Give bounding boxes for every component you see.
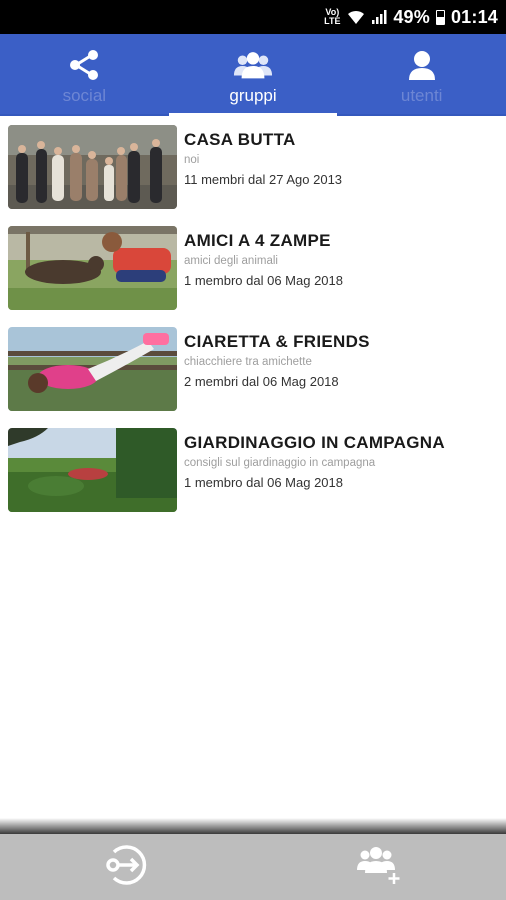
- group-name: CASA BUTTA: [184, 130, 296, 149]
- group-description: amici degli animali: [184, 255, 278, 267]
- tab-utenti[interactable]: utenti: [337, 34, 506, 116]
- group-name: GIARDINAGGIO IN CAMPAGNA: [184, 433, 445, 452]
- battery-icon: [435, 9, 445, 25]
- user-icon: [402, 48, 442, 82]
- girls-on-bench-photo: [8, 327, 177, 411]
- group-meta: 1 membro dal 06 Mag 2018: [184, 273, 343, 288]
- tab-gruppi-label: gruppi: [229, 86, 277, 105]
- signal-icon: [371, 9, 387, 25]
- exit-group-icon: [104, 842, 150, 893]
- garden-landscape-photo: [8, 428, 177, 512]
- status-bar: Vo) LTE 49% 01:14: [0, 0, 506, 34]
- group-meta: 1 membro dal 06 Mag 2018: [184, 475, 343, 490]
- group-meta: 2 membri dal 06 Mag 2018: [184, 374, 339, 389]
- app-screen: Vo) LTE 49% 01:14 social gruppi utenti C…: [0, 0, 506, 900]
- group-name: CIARETTA & FRIENDS: [184, 332, 370, 351]
- list-item[interactable]: CASA BUTTA noi 11 membri dal 27 Ago 2013: [8, 125, 498, 211]
- volte-indicator: Vo) LTE: [323, 8, 341, 26]
- tab-gruppi[interactable]: gruppi: [168, 34, 338, 116]
- group-name: AMICI A 4 ZAMPE: [184, 231, 331, 250]
- tab-bar: social gruppi utenti: [0, 34, 506, 116]
- tab-social-label: social: [62, 86, 107, 105]
- group-description: chiacchiere tra amichette: [184, 356, 312, 368]
- group-icon: [233, 48, 273, 82]
- family-photo: [8, 125, 177, 209]
- list-item[interactable]: CIARETTA & FRIENDS chiacchiere tra amich…: [8, 327, 498, 413]
- group-description: consigli sul giardinaggio in campagna: [184, 457, 376, 469]
- battery-percent: 49%: [393, 6, 430, 27]
- group-info: CASA BUTTA noi 11 membri dal 27 Ago 2013: [184, 125, 342, 211]
- group-info: CIARETTA & FRIENDS chiacchiere tra amich…: [184, 327, 370, 413]
- exit-group-button[interactable]: [0, 834, 253, 900]
- tab-utenti-label: utenti: [400, 86, 443, 105]
- bottom-bar: [0, 834, 506, 900]
- list-item[interactable]: GIARDINAGGIO IN CAMPAGNA consigli sul gi…: [8, 428, 498, 514]
- group-description: noi: [184, 154, 200, 166]
- child-with-dog-photo: [8, 226, 177, 310]
- group-info: GIARDINAGGIO IN CAMPAGNA consigli sul gi…: [184, 428, 445, 514]
- clock: 01:14: [450, 6, 498, 27]
- add-group-icon: [356, 845, 404, 890]
- bottom-bar-shadow: [0, 818, 506, 834]
- list-item[interactable]: AMICI A 4 ZAMPE amici degli animali 1 me…: [8, 226, 498, 312]
- share-icon: [64, 48, 104, 82]
- volte-line2: LTE: [324, 16, 341, 26]
- group-info: AMICI A 4 ZAMPE amici degli animali 1 me…: [184, 226, 343, 312]
- wifi-icon: [347, 9, 365, 25]
- add-group-button[interactable]: [253, 834, 506, 900]
- group-meta: 11 membri dal 27 Ago 2013: [184, 172, 343, 187]
- tab-social[interactable]: social: [0, 34, 169, 116]
